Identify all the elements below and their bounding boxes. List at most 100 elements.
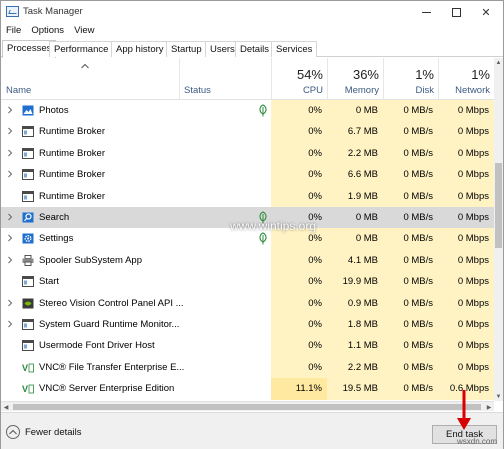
cpu-cell: 0% — [271, 335, 327, 357]
network-total: 1% — [471, 67, 490, 82]
column-disk[interactable]: 1% Disk — [383, 58, 438, 100]
expand-chevron-icon[interactable] — [6, 170, 14, 178]
fewer-details-link[interactable]: Fewer details — [25, 427, 82, 438]
process-name: Start — [39, 276, 60, 288]
memory-cell: 19.5 MB — [327, 378, 383, 400]
process-row[interactable]: Runtime Broker 0% 6.7 MB 0 MB/s 0 Mbps — [1, 121, 494, 143]
cpu-cell: 0% — [271, 185, 327, 207]
cpu-cell: 0% — [271, 142, 327, 165]
tab-performance[interactable]: Performance — [49, 41, 114, 57]
vnc-icon: V — [22, 383, 34, 394]
column-name[interactable]: Name — [1, 58, 179, 100]
scroll-left-icon[interactable]: ◀ — [1, 402, 11, 412]
network-cell: 0 Mbps — [438, 228, 494, 250]
nvidia-icon — [22, 298, 34, 309]
column-status[interactable]: Status — [179, 58, 271, 100]
network-cell: 0 Mbps — [438, 185, 494, 207]
process-row[interactable]: Usermode Font Driver Host 0% 1.1 MB 0 MB/s 0… — [1, 335, 494, 357]
expand-chevron-icon[interactable] — [6, 127, 14, 135]
process-row[interactable]: Runtime Broker 0% 2.2 MB 0 MB/s 0 Mbps — [1, 142, 494, 165]
cpu-cell: 0% — [271, 100, 327, 122]
process-row[interactable]: Search 0% 0 MB 0 MB/s 0 Mbps — [1, 207, 494, 229]
tab-details[interactable]: Details — [235, 41, 275, 57]
disk-cell: 0 MB/s — [383, 185, 438, 207]
cpu-cell: 0% — [271, 292, 327, 314]
minimize-button[interactable] — [411, 1, 441, 23]
expand-chevron-icon[interactable] — [6, 234, 14, 242]
network-cell: 0 Mbps — [438, 121, 494, 143]
expand-chevron-icon[interactable] — [6, 149, 14, 157]
process-row[interactable]: Runtime Broker 0% 1.9 MB 0 MB/s 0 Mbps — [1, 185, 494, 207]
horizontal-scrollbar[interactable]: ◀ ▶ — [1, 401, 494, 411]
column-memory[interactable]: 36% Memory — [327, 58, 383, 100]
process-row[interactable]: Start 0% 19.9 MB 0 MB/s 0 Mbps — [1, 271, 494, 293]
brand-mark: wsxdn.com — [457, 437, 498, 446]
title-bar: Task Manager ✕ — [1, 1, 503, 23]
scroll-down-icon[interactable]: ▼ — [494, 392, 503, 401]
app-window-icon — [22, 190, 34, 202]
column-disk-label: Disk — [415, 85, 434, 96]
close-button[interactable]: ✕ — [471, 1, 501, 23]
process-row[interactable]: Runtime Broker 0% 6.6 MB 0 MB/s 0 Mbps — [1, 164, 494, 186]
cpu-total: 54% — [296, 67, 323, 82]
expand-chevron-icon[interactable] — [6, 320, 14, 328]
menu-bar: File Options View — [1, 23, 503, 38]
cpu-cell: 0% — [271, 207, 327, 229]
task-manager-window: Task Manager ✕ File Options View Process… — [0, 0, 504, 449]
menu-view[interactable]: View — [69, 23, 99, 38]
column-network[interactable]: 1% Network — [438, 58, 494, 100]
memory-cell: 4.1 MB — [327, 249, 383, 272]
cpu-cell: 0% — [271, 249, 327, 272]
network-cell: 0 Mbps — [438, 335, 494, 357]
process-row[interactable]: Photos 0% 0 MB 0 MB/s 0 Mbps — [1, 100, 494, 122]
suspended-leaf-icon — [258, 232, 268, 245]
horizontal-scroll-thumb[interactable] — [13, 404, 481, 410]
expand-chevron-icon[interactable] — [6, 299, 14, 307]
process-row[interactable]: System Guard Runtime Monitor... 0% 1.8 MB 0… — [1, 314, 494, 336]
app-window-icon — [22, 126, 34, 138]
column-status-label: Status — [184, 85, 211, 96]
disk-cell: 0 MB/s — [383, 378, 438, 400]
memory-cell: 1.1 MB — [327, 335, 383, 357]
network-cell: 0 Mbps — [438, 100, 494, 122]
column-name-label: Name — [6, 85, 32, 96]
scroll-right-icon[interactable]: ▶ — [484, 402, 494, 412]
memory-cell: 0 MB — [327, 228, 383, 250]
vnc-icon: V — [22, 362, 34, 373]
process-name: System Guard Runtime Monitor... — [39, 319, 180, 330]
process-name: Runtime Broker — [39, 126, 105, 138]
maximize-button[interactable] — [441, 1, 471, 23]
tab-services[interactable]: Services — [271, 41, 318, 57]
process-row[interactable]: Stereo Vision Control Panel API ... 0% 0.9… — [1, 292, 494, 314]
disk-cell: 0 MB/s — [383, 228, 438, 250]
disk-cell: 0 MB/s — [383, 100, 438, 122]
expand-chevron-icon[interactable] — [6, 106, 14, 114]
settings-gear-icon — [22, 233, 34, 244]
process-row[interactable]: Settings 0% 0 MB 0 MB/s 0 Mbps — [1, 228, 494, 250]
menu-options[interactable]: Options — [26, 23, 69, 38]
vertical-scroll-thumb[interactable] — [495, 163, 502, 248]
suspended-leaf-icon — [258, 104, 268, 117]
scroll-up-icon[interactable]: ▲ — [494, 58, 503, 67]
expand-chevron-icon[interactable] — [6, 213, 14, 221]
tab-app-history[interactable]: App history — [111, 41, 169, 57]
menu-file[interactable]: File — [1, 23, 26, 38]
expand-chevron-icon[interactable] — [6, 256, 14, 264]
process-name: VNC® Server Enterprise Edition — [39, 383, 175, 395]
collapse-details-icon[interactable] — [6, 425, 20, 439]
memory-cell: 6.7 MB — [327, 121, 383, 143]
network-cell: 0 Mbps — [438, 356, 494, 379]
column-cpu-label: CPU — [302, 85, 323, 96]
process-row[interactable]: Spooler SubSystem App 0% 4.1 MB 0 MB/s 0 Mbp… — [1, 249, 494, 272]
process-name: Photos — [39, 105, 69, 116]
vertical-scrollbar[interactable]: ▲ ▼ — [494, 58, 503, 401]
network-cell: 0 Mbps — [438, 249, 494, 272]
process-name: Runtime Broker — [39, 147, 105, 159]
network-cell: 0 Mbps — [438, 164, 494, 186]
tab-startup[interactable]: Startup — [166, 41, 207, 57]
process-row[interactable]: V VNC® File Transfer Enterprise E... 0% 2.2… — [1, 356, 494, 379]
process-name: Search — [39, 212, 70, 223]
column-cpu[interactable]: 54% CPU — [271, 58, 327, 100]
process-row[interactable]: V VNC® Server Enterprise Edition 11.1% 19.5… — [1, 378, 494, 400]
process-name: Runtime Broker — [39, 190, 105, 202]
